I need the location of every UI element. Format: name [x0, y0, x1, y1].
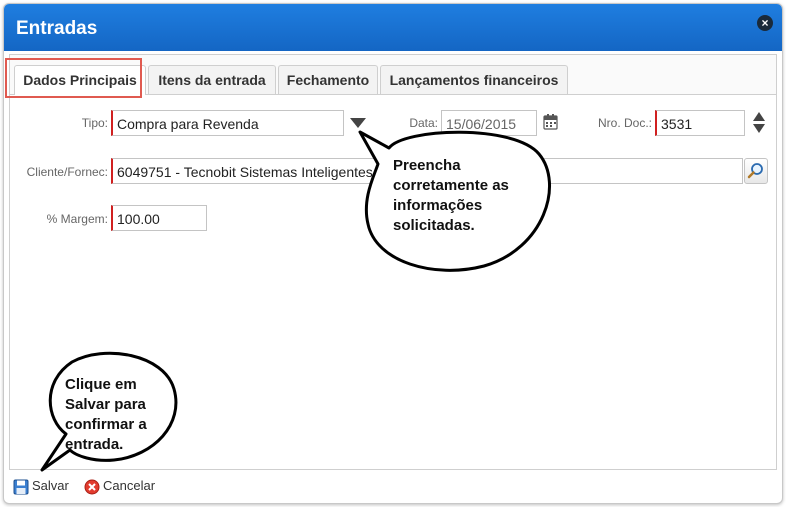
callout-line: Preencha — [393, 157, 461, 174]
callout-line: confirmar a — [65, 416, 147, 433]
callout-line: solicitadas. — [393, 217, 475, 234]
callout-line: Salvar para — [65, 396, 146, 413]
callout-line: informações — [393, 197, 483, 214]
save-button[interactable]: Salvar — [13, 476, 69, 496]
footer-toolbar: Salvar Cancelar — [4, 472, 782, 503]
save-icon — [13, 479, 29, 495]
save-label: Salvar — [32, 478, 69, 493]
callout-line: entrada. — [65, 436, 124, 453]
cancel-label: Cancelar — [103, 478, 156, 493]
callout-line: Clique em — [65, 376, 137, 393]
active-tab-highlight — [5, 58, 142, 98]
cancel-icon — [84, 479, 100, 495]
callout-line: corretamente as — [393, 177, 509, 194]
cancel-button[interactable]: Cancelar — [84, 476, 155, 496]
